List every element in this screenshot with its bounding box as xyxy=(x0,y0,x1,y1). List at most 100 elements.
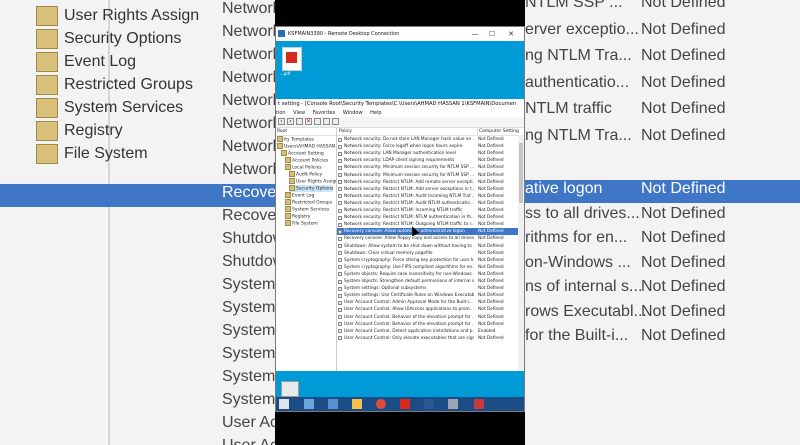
bg-row-text: rows Executabl... xyxy=(525,302,647,320)
tree-root[interactable]: Root xyxy=(276,128,336,136)
tree-node[interactable]: Account Setting xyxy=(281,150,324,157)
policy-name: User Account Control: Detect application… xyxy=(344,328,474,334)
pdf-file-icon[interactable] xyxy=(282,47,302,71)
tree-node[interactable]: Users\AHMAD HASSAN 1 xyxy=(277,143,336,150)
chrome-icon[interactable] xyxy=(376,399,386,409)
policy-setting: Not Defined xyxy=(478,172,504,178)
start-icon[interactable] xyxy=(279,399,289,409)
policy-name: Network security: Restrict NTLM: NTLM au… xyxy=(344,215,474,221)
menu-favorites[interactable]: Favorites xyxy=(313,110,336,116)
refresh-icon[interactable] xyxy=(323,118,330,125)
menu-window[interactable]: Window xyxy=(343,110,363,116)
policy-row[interactable]: Network security: Restrict NTLM: Add ser… xyxy=(337,186,518,193)
policy-row[interactable]: Network security: LDAP client signing re… xyxy=(337,157,518,164)
tree-node[interactable]: User Rights Assign xyxy=(289,178,336,185)
policy-row[interactable]: Network security: Minimum session securi… xyxy=(337,164,518,171)
tree-node[interactable]: ity Templates xyxy=(277,136,314,143)
policy-row[interactable]: User Account Control: Behavior of the el… xyxy=(337,321,518,328)
policy-row[interactable]: System settings: Use Certificate Rules o… xyxy=(337,292,518,299)
scrollbar-thumb[interactable] xyxy=(519,143,523,203)
word-icon[interactable] xyxy=(424,399,434,409)
policy-row[interactable]: System cryptography: Use FIPS compliant … xyxy=(337,264,518,271)
remote-app-icon[interactable] xyxy=(474,399,484,409)
tree-node[interactable]: File System xyxy=(285,220,318,227)
policy-row[interactable]: Shutdown: Allow system to be shut down w… xyxy=(337,243,518,250)
maximize-button[interactable]: ☐ xyxy=(485,27,499,41)
delete-icon[interactable]: ✕ xyxy=(305,118,312,125)
explorer-icon[interactable] xyxy=(352,399,362,409)
column-computer-setting[interactable]: Computer Setting xyxy=(477,128,519,135)
printer-icon[interactable] xyxy=(281,381,299,397)
tree-node[interactable]: Local Policies xyxy=(285,164,322,171)
export-list-icon[interactable] xyxy=(332,118,339,125)
policy-row[interactable]: Recovery console: Allow automatic admini… xyxy=(337,228,518,236)
policy-setting: Not Defined xyxy=(478,179,504,185)
mmc-title: t setting - [Console Root\Security Templ… xyxy=(276,99,524,109)
policy-row[interactable]: System settings: Optional subsystems Not … xyxy=(337,285,518,292)
bg-list-row: Shutdow xyxy=(0,230,275,253)
policy-row[interactable]: System objects: Strengthen default permi… xyxy=(337,278,518,285)
policy-row[interactable]: Network security: Restrict NTLM: Incomin… xyxy=(337,207,518,214)
folder-icon xyxy=(289,171,295,177)
tree-node[interactable]: Account Policies xyxy=(285,157,328,164)
folder-icon xyxy=(285,157,291,163)
policy-row[interactable]: User Account Control: Allow UIAccess app… xyxy=(337,306,518,313)
back-icon[interactable]: ‹ xyxy=(278,118,285,125)
policy-row[interactable]: Network security: Restrict NTLM: Audit I… xyxy=(337,193,518,200)
bg-row-value: Not Defined xyxy=(641,73,726,91)
policy-row[interactable]: User Account Control: Detect application… xyxy=(337,328,518,335)
policy-icon xyxy=(338,137,342,142)
bg-row-text: NTLM traffic xyxy=(525,100,612,117)
bg-row-text: Network xyxy=(222,138,275,155)
policy-row[interactable]: Network security: Restrict NTLM: NTLM au… xyxy=(337,214,518,221)
list-scrollbar[interactable] xyxy=(518,135,524,371)
policy-setting: Not Defined xyxy=(478,144,504,150)
server-manager-icon[interactable] xyxy=(304,399,314,409)
tree-node[interactable]: System Services xyxy=(285,206,329,213)
policy-row[interactable]: User Account Control: Admin Approval Mod… xyxy=(337,299,518,306)
bg-row-text: Network xyxy=(222,115,275,132)
policy-name: System settings: Optional subsystems xyxy=(344,286,427,292)
bg-list-row: Recovery xyxy=(0,184,275,207)
bg-list-row: User Acc xyxy=(0,414,275,437)
tree-node-label: Registry xyxy=(292,214,311,220)
properties-icon[interactable] xyxy=(314,118,321,125)
bg-list-row: Network xyxy=(0,23,275,46)
policy-row[interactable]: Network security: Restrict NTLM: Add rem… xyxy=(337,179,518,186)
forward-icon[interactable]: › xyxy=(287,118,294,125)
close-button[interactable]: ✕ xyxy=(504,27,518,41)
policy-setting: Not Defined xyxy=(478,215,504,221)
policy-setting: Not Defined xyxy=(478,186,504,192)
bg-row-text: ng NTLM Tra... xyxy=(525,126,632,144)
policy-row[interactable]: Shutdown: Clear virtual memory pagefile N… xyxy=(337,250,518,257)
bg-row-value: Not Defined xyxy=(641,229,726,246)
acrobat-icon[interactable] xyxy=(400,399,410,409)
policy-row[interactable]: User Account Control: Behavior of the el… xyxy=(337,314,518,321)
tree-node[interactable]: Security Options xyxy=(289,185,334,192)
policy-row[interactable]: Network security: Restrict NTLM: Audit N… xyxy=(337,200,518,207)
up-folder-icon[interactable] xyxy=(296,118,303,125)
bg-list-row: ns of internal s... Not Defined xyxy=(525,278,800,301)
policy-icon xyxy=(338,187,342,192)
menu-view[interactable]: View xyxy=(293,110,305,116)
policy-row[interactable]: Network security: LAN Manager authentica… xyxy=(337,150,518,157)
mmc-taskbar-icon[interactable] xyxy=(448,399,458,409)
tree-node[interactable]: Event Log xyxy=(285,192,314,199)
powershell-icon[interactable] xyxy=(328,399,338,409)
bg-list-row: System xyxy=(0,391,275,414)
policy-row[interactable]: Network security: Force logoff when logo… xyxy=(337,143,518,150)
menu-action[interactable]: tion xyxy=(276,110,286,116)
policy-row[interactable]: Recovery console: Allow floppy copy and … xyxy=(337,235,518,242)
tree-node[interactable]: Audit Policy xyxy=(289,171,322,178)
policy-row[interactable]: User Account Control: Only elevate execu… xyxy=(337,335,518,342)
column-policy[interactable]: Policy xyxy=(339,128,352,135)
policy-row[interactable]: Network security: Do not store LAN Manag… xyxy=(337,136,518,143)
tree-node[interactable]: Registry xyxy=(285,213,310,220)
policy-row[interactable]: Network security: Restrict NTLM: Outgoin… xyxy=(337,221,518,228)
policy-row[interactable]: System objects: Require case insensitivi… xyxy=(337,271,518,278)
policy-row[interactable]: System cryptography: Force strong key pr… xyxy=(337,257,518,264)
minimize-button[interactable]: — xyxy=(468,27,482,41)
tree-node[interactable]: Restricted Groups xyxy=(285,199,332,206)
menu-help[interactable]: Help xyxy=(370,110,381,116)
policy-row[interactable]: Network security: Minimum session securi… xyxy=(337,172,518,179)
